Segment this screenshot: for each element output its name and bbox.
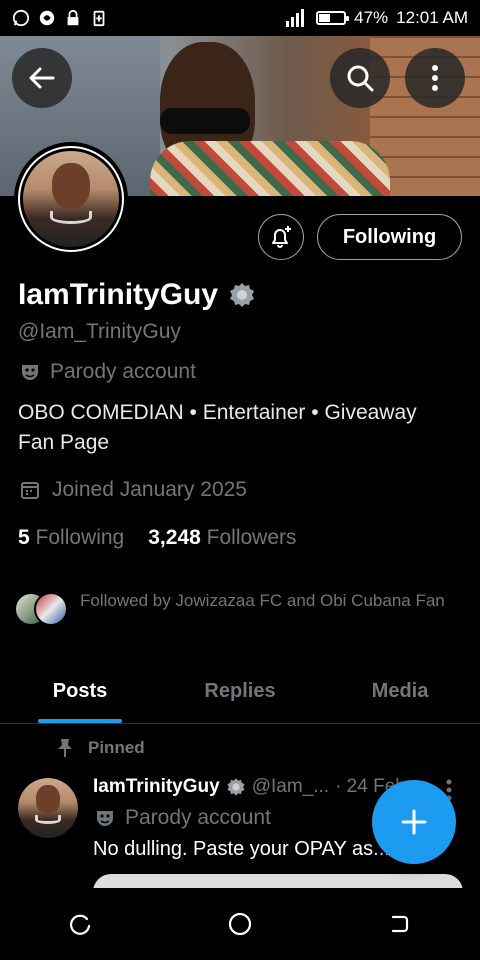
profile-avatar[interactable] xyxy=(14,142,128,256)
mutual-follower-avatar xyxy=(34,592,68,626)
bell-plus-icon xyxy=(272,226,291,248)
pin-icon xyxy=(58,739,72,757)
clock: 12:01 AM xyxy=(396,8,468,27)
back-arrow-icon xyxy=(29,67,55,89)
followed-by-row[interactable]: Followed by Jowizazaa FC and Obi Cubana … xyxy=(14,588,464,628)
post-author-name[interactable]: IamTrinityGuy xyxy=(93,776,220,798)
parody-mask-icon xyxy=(97,811,113,826)
banner-sunglasses xyxy=(160,108,250,134)
post-parody-label: Parody account xyxy=(125,806,271,829)
followers-label: Followers xyxy=(206,526,297,549)
plus-icon xyxy=(401,809,427,835)
signal-icon xyxy=(286,9,305,27)
verified-badge-icon xyxy=(227,778,245,796)
followers-count: 3,248 xyxy=(148,526,201,549)
system-navigation-bar xyxy=(0,888,480,960)
more-options-button[interactable] xyxy=(405,48,465,108)
name-row: IamTrinityGuy xyxy=(18,278,256,312)
following-button[interactable]: Following xyxy=(317,214,462,260)
status-bar-system: 47% 12:01 AM xyxy=(282,8,468,28)
whatsapp-icon xyxy=(12,9,30,27)
profile-bio: OBO COMEDIAN • Entertainer • Giveaway Fa… xyxy=(18,401,417,454)
back-nav-icon xyxy=(391,915,409,933)
status-bar-notifications xyxy=(12,9,108,27)
tab-media[interactable]: Media xyxy=(320,660,480,723)
avatar-chain xyxy=(49,210,93,224)
user-handle: @Iam_TrinityGuy xyxy=(18,320,181,343)
followers-count-link[interactable]: 3,248 Followers xyxy=(148,526,296,550)
parody-label: Parody account xyxy=(50,360,196,383)
avatar-face xyxy=(51,162,91,209)
recents-icon xyxy=(69,914,91,935)
calendar-icon xyxy=(21,482,39,499)
verified-badge-icon[interactable] xyxy=(228,281,256,309)
profile-tabs: Posts Replies Media xyxy=(0,660,480,724)
battery-percent: 47% xyxy=(354,8,389,27)
app-notification-icon xyxy=(39,10,55,26)
post-parody-row: Parody account xyxy=(95,806,271,830)
parody-label-row: Parody account xyxy=(20,360,196,384)
post-author-handle: @Iam_... xyxy=(251,776,330,797)
compose-post-button[interactable] xyxy=(372,780,456,864)
search-button[interactable] xyxy=(330,48,390,108)
search-icon xyxy=(347,65,374,92)
following-count-link[interactable]: 5 Following xyxy=(18,526,124,550)
recents-button[interactable] xyxy=(60,904,100,944)
follow-counts: 5 Following 3,248 Followers xyxy=(18,526,297,550)
status-bar: 47% 12:01 AM xyxy=(0,0,480,36)
tab-posts[interactable]: Posts xyxy=(0,660,160,723)
pinned-label: Pinned xyxy=(88,738,145,757)
post-text[interactable]: No dulling. Paste your OPAY as... xyxy=(93,838,423,861)
battery-icon xyxy=(316,11,350,25)
home-circle-icon xyxy=(228,912,252,936)
post-avatar-chain xyxy=(34,815,62,824)
mutual-follower-avatars xyxy=(14,588,70,628)
banner-shirt xyxy=(150,141,390,196)
battery-saver-icon xyxy=(93,10,105,27)
back-nav-button[interactable] xyxy=(380,904,420,944)
pinned-label-row: Pinned xyxy=(56,738,145,758)
tab-replies[interactable]: Replies xyxy=(160,660,320,723)
lock-icon xyxy=(67,9,79,26)
home-button[interactable] xyxy=(220,904,260,944)
post-avatar-face xyxy=(36,785,60,814)
display-name: IamTrinityGuy xyxy=(18,278,219,311)
post-author-avatar[interactable] xyxy=(18,778,78,838)
more-vertical-icon xyxy=(432,65,438,91)
notifications-subscribe-button[interactable] xyxy=(258,214,304,260)
battery-fill xyxy=(319,14,331,22)
following-label: Following xyxy=(35,526,125,549)
followed-by-text: Followed by Jowizazaa FC and Obi Cubana … xyxy=(80,591,445,610)
avatar-ring xyxy=(18,146,124,252)
avatar-image xyxy=(23,151,119,247)
joined-date: Joined January 2025 xyxy=(52,478,247,501)
following-count: 5 xyxy=(18,526,30,549)
parody-mask-icon xyxy=(22,365,38,380)
joined-row: Joined January 2025 xyxy=(20,478,247,502)
post-avatar-image xyxy=(18,778,78,838)
back-button[interactable] xyxy=(12,48,72,108)
